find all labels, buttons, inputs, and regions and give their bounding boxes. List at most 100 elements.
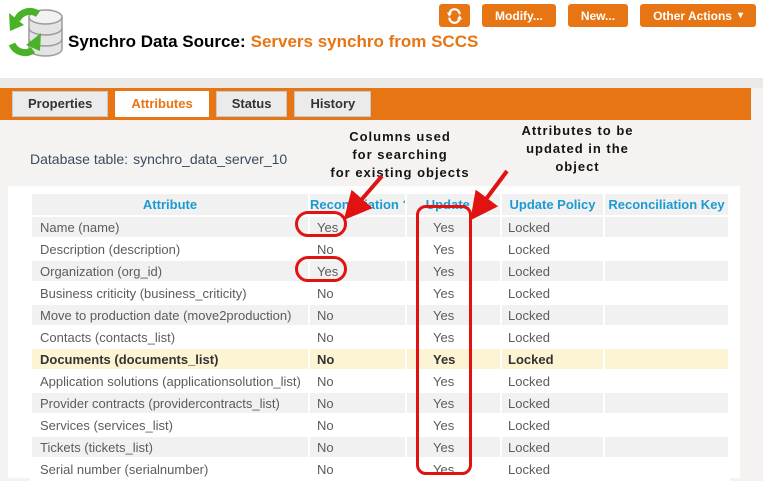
cell-key — [604, 238, 729, 260]
column-header: Attribute — [31, 193, 309, 216]
cell-reconciliation: No — [309, 282, 406, 304]
cell-update: Yes — [406, 370, 501, 392]
table-row: Name (name)YesYesLocked — [31, 216, 729, 238]
cell-update: Yes — [406, 326, 501, 348]
action-buttons: Modify... New... Other Actions ▾ — [439, 4, 756, 27]
cell-update: Yes — [406, 238, 501, 260]
tab-status[interactable]: Status — [216, 91, 288, 117]
cell-attribute: Contacts (contacts_list) — [31, 326, 309, 348]
cell-policy: Locked — [501, 458, 604, 480]
cell-update: Yes — [406, 348, 501, 370]
top-bar: Synchro Data Source: Servers synchro from… — [0, 0, 763, 78]
attributes-table-body: Name (name)YesYesLockedDescription (desc… — [31, 216, 729, 480]
header-divider — [0, 78, 763, 88]
table-row: Services (services_list)NoYesLocked — [31, 414, 729, 436]
synchro-data-source-icon — [8, 3, 64, 61]
table-row: Business criticity (business_criticity)N… — [31, 282, 729, 304]
attributes-table: AttributeReconciliation ?Update ?Update … — [30, 192, 730, 481]
cell-attribute: Name (name) — [31, 216, 309, 238]
cell-policy: Locked — [501, 370, 604, 392]
cell-attribute: Provider contracts (providercontracts_li… — [31, 392, 309, 414]
cell-attribute: Move to production date (move2production… — [31, 304, 309, 326]
cell-policy: Locked — [501, 216, 604, 238]
cell-reconciliation: No — [309, 392, 406, 414]
attributes-table-head-row: AttributeReconciliation ?Update ?Update … — [31, 193, 729, 216]
cell-policy: Locked — [501, 392, 604, 414]
table-row: Description (description)NoYesLocked — [31, 238, 729, 260]
other-actions-label: Other Actions — [653, 9, 732, 23]
cell-key — [604, 458, 729, 480]
annotation-update-attributes: Attributes to be updated in the object — [495, 122, 660, 176]
tab-attributes[interactable]: Attributes — [115, 91, 208, 117]
cell-policy: Locked — [501, 414, 604, 436]
table-row: Serial number (serialnumber)NoYesLocked — [31, 458, 729, 480]
cell-key — [604, 260, 729, 282]
table-row: Tickets (tickets_list)NoYesLocked — [31, 436, 729, 458]
cell-reconciliation: No — [309, 414, 406, 436]
cell-update: Yes — [406, 436, 501, 458]
cell-key — [604, 304, 729, 326]
cell-attribute: Services (services_list) — [31, 414, 309, 436]
database-table-name: synchro_data_server_10 — [133, 151, 287, 167]
table-row: Move to production date (move2production… — [31, 304, 729, 326]
cell-policy: Locked — [501, 282, 604, 304]
cell-reconciliation: No — [309, 436, 406, 458]
cell-attribute: Serial number (serialnumber) — [31, 458, 309, 480]
cell-reconciliation: Yes — [309, 260, 406, 282]
cell-reconciliation: Yes — [309, 216, 406, 238]
cell-attribute: Documents (documents_list) — [31, 348, 309, 370]
column-header: Update Policy — [501, 193, 604, 216]
new-button[interactable]: New... — [568, 4, 628, 27]
table-row: Application solutions (applicationsoluti… — [31, 370, 729, 392]
column-header: Reconciliation Key — [604, 193, 729, 216]
cell-key — [604, 392, 729, 414]
page-title-value: Servers synchro from SCCS — [251, 32, 479, 51]
refresh-button[interactable] — [439, 4, 470, 27]
cell-key — [604, 326, 729, 348]
cell-attribute: Description (description) — [31, 238, 309, 260]
cell-key — [604, 216, 729, 238]
table-row: Organization (org_id)YesYesLocked — [31, 260, 729, 282]
tab-properties[interactable]: Properties — [12, 91, 108, 117]
cell-policy: Locked — [501, 304, 604, 326]
cell-policy: Locked — [501, 260, 604, 282]
annotation-search-columns: Columns used for searching for existing … — [315, 128, 485, 182]
tab-bar: Properties Attributes Status History — [0, 88, 751, 120]
cell-key — [604, 348, 729, 370]
other-actions-button[interactable]: Other Actions ▾ — [640, 4, 756, 27]
cell-update: Yes — [406, 414, 501, 436]
table-row: Contacts (contacts_list)NoYesLocked — [31, 326, 729, 348]
cell-key — [604, 370, 729, 392]
cell-reconciliation: No — [309, 370, 406, 392]
cell-key — [604, 436, 729, 458]
modify-button[interactable]: Modify... — [482, 4, 556, 27]
column-header: Reconciliation ? — [309, 193, 406, 216]
page-title-label: Synchro Data Source: — [68, 32, 246, 51]
cell-policy: Locked — [501, 436, 604, 458]
database-table-line: Database table: synchro_data_server_10 — [30, 151, 287, 167]
cell-attribute: Business criticity (business_criticity) — [31, 282, 309, 304]
database-table-label: Database table: — [30, 151, 128, 167]
cell-reconciliation: No — [309, 326, 406, 348]
cell-update: Yes — [406, 458, 501, 480]
chevron-down-icon: ▾ — [738, 11, 743, 21]
cell-reconciliation: No — [309, 458, 406, 480]
tab-history[interactable]: History — [294, 91, 371, 117]
cell-policy: Locked — [501, 238, 604, 260]
cell-key — [604, 414, 729, 436]
cell-update: Yes — [406, 260, 501, 282]
cell-key — [604, 282, 729, 304]
cell-attribute: Organization (org_id) — [31, 260, 309, 282]
cell-reconciliation: No — [309, 238, 406, 260]
cell-update: Yes — [406, 216, 501, 238]
refresh-icon — [446, 8, 463, 24]
cell-attribute: Application solutions (applicationsoluti… — [31, 370, 309, 392]
table-row: Provider contracts (providercontracts_li… — [31, 392, 729, 414]
cell-attribute: Tickets (tickets_list) — [31, 436, 309, 458]
cell-update: Yes — [406, 392, 501, 414]
cell-reconciliation: No — [309, 304, 406, 326]
table-row: Documents (documents_list)NoYesLocked — [31, 348, 729, 370]
cell-update: Yes — [406, 304, 501, 326]
cell-policy: Locked — [501, 326, 604, 348]
page-title: Synchro Data Source: Servers synchro from… — [68, 32, 478, 52]
